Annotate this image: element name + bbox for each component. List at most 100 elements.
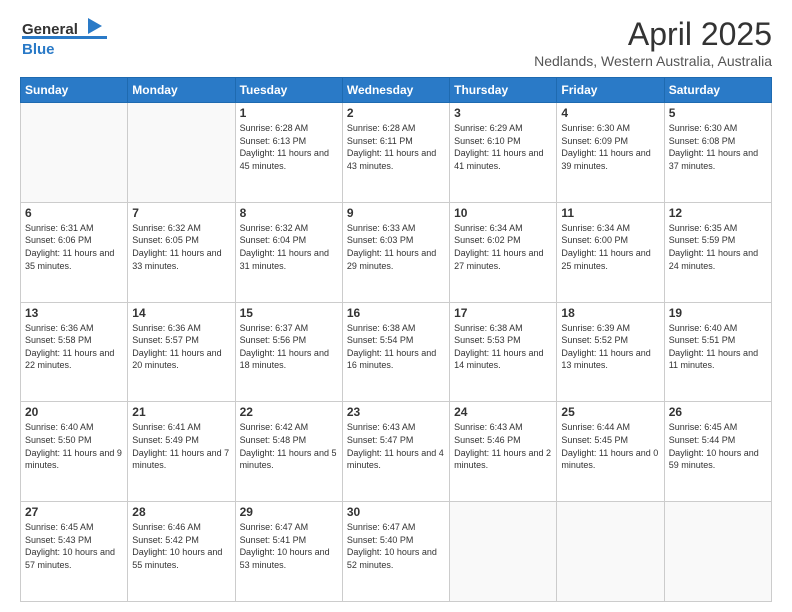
day-number: 6 (25, 206, 123, 220)
day-info: Sunrise: 6:32 AMSunset: 6:04 PMDaylight:… (240, 222, 338, 272)
calendar-week-row: 6 Sunrise: 6:31 AMSunset: 6:06 PMDaylight… (21, 202, 772, 302)
svg-text:Blue: Blue (22, 41, 55, 58)
day-info: Sunrise: 6:45 AMSunset: 5:44 PMDaylight:… (669, 421, 767, 471)
day-number: 18 (561, 306, 659, 320)
day-number: 1 (240, 106, 338, 120)
day-info: Sunrise: 6:46 AMSunset: 5:42 PMDaylight:… (132, 521, 230, 571)
calendar-cell: 10 Sunrise: 6:34 AMSunset: 6:02 PMDayligh… (450, 202, 557, 302)
calendar-cell: 2Sunrise: 6:28 AMSunset: 6:11 PMDaylight… (342, 103, 449, 203)
day-number: 26 (669, 405, 767, 419)
day-of-week-header: Monday (128, 78, 235, 103)
day-info: Sunrise: 6:42 AMSunset: 5:48 PMDaylight:… (240, 421, 338, 471)
calendar-cell: 25 Sunrise: 6:44 AMSunset: 5:45 PMDayligh… (557, 402, 664, 502)
calendar-cell (128, 103, 235, 203)
day-info: Sunrise: 6:32 AMSunset: 6:05 PMDaylight:… (132, 222, 230, 272)
day-number: 5 (669, 106, 767, 120)
day-number: 14 (132, 306, 230, 320)
day-number: 30 (347, 505, 445, 519)
day-info: Sunrise: 6:41 AMSunset: 5:49 PMDaylight:… (132, 421, 230, 471)
day-number: 12 (669, 206, 767, 220)
day-number: 3 (454, 106, 552, 120)
calendar-cell: 21 Sunrise: 6:41 AMSunset: 5:49 PMDayligh… (128, 402, 235, 502)
day-number: 21 (132, 405, 230, 419)
calendar-cell: 15Sunrise: 6:37 AMSunset: 5:56 PMDayligh… (235, 302, 342, 402)
calendar-cell: 7 Sunrise: 6:32 AMSunset: 6:05 PMDaylight… (128, 202, 235, 302)
calendar-cell: 29Sunrise: 6:47 AMSunset: 5:41 PMDayligh… (235, 502, 342, 602)
calendar-cell: 20 Sunrise: 6:40 AMSunset: 5:50 PMDayligh… (21, 402, 128, 502)
calendar-cell: 22 Sunrise: 6:42 AMSunset: 5:48 PMDayligh… (235, 402, 342, 502)
calendar-cell: 19 Sunrise: 6:40 AMSunset: 5:51 PMDayligh… (664, 302, 771, 402)
calendar-cell: 1 Sunrise: 6:28 AMSunset: 6:13 PMDaylight… (235, 103, 342, 203)
day-info: Sunrise: 6:34 AMSunset: 6:02 PMDaylight:… (454, 222, 552, 272)
day-info: Sunrise: 6:40 AMSunset: 5:51 PMDaylight:… (669, 322, 767, 372)
calendar-cell: 8 Sunrise: 6:32 AMSunset: 6:04 PMDaylight… (235, 202, 342, 302)
calendar-cell: 18 Sunrise: 6:39 AMSunset: 5:52 PMDayligh… (557, 302, 664, 402)
location: Nedlands, Western Australia, Australia (534, 53, 772, 69)
calendar-cell: 4Sunrise: 6:30 AMSunset: 6:09 PMDaylight… (557, 103, 664, 203)
day-number: 10 (454, 206, 552, 220)
day-number: 2 (347, 106, 445, 120)
day-of-week-header: Thursday (450, 78, 557, 103)
day-of-week-header: Wednesday (342, 78, 449, 103)
day-info: Sunrise: 6:39 AMSunset: 5:52 PMDaylight:… (561, 322, 659, 372)
calendar-cell: 27Sunrise: 6:45 AMSunset: 5:43 PMDayligh… (21, 502, 128, 602)
calendar-cell: 30 Sunrise: 6:47 AMSunset: 5:40 PMDayligh… (342, 502, 449, 602)
month-title: April 2025 (534, 16, 772, 53)
calendar-week-row: 27Sunrise: 6:45 AMSunset: 5:43 PMDayligh… (21, 502, 772, 602)
day-number: 25 (561, 405, 659, 419)
logo-svg: General Blue (20, 16, 110, 60)
day-of-week-header: Saturday (664, 78, 771, 103)
calendar-cell: 12Sunrise: 6:35 AMSunset: 5:59 PMDayligh… (664, 202, 771, 302)
day-info: Sunrise: 6:47 AMSunset: 5:40 PMDaylight:… (347, 521, 445, 571)
day-info: Sunrise: 6:38 AMSunset: 5:53 PMDaylight:… (454, 322, 552, 372)
page: General Blue April 2025 Nedlands, Wester… (0, 0, 792, 612)
header-right: April 2025 Nedlands, Western Australia, … (534, 16, 772, 69)
day-info: Sunrise: 6:33 AMSunset: 6:03 PMDaylight:… (347, 222, 445, 272)
day-number: 28 (132, 505, 230, 519)
day-number: 11 (561, 206, 659, 220)
day-of-week-header: Friday (557, 78, 664, 103)
day-info: Sunrise: 6:44 AMSunset: 5:45 PMDaylight:… (561, 421, 659, 471)
svg-text:General: General (22, 21, 78, 38)
calendar-cell: 16 Sunrise: 6:38 AMSunset: 5:54 PMDayligh… (342, 302, 449, 402)
day-number: 7 (132, 206, 230, 220)
day-number: 22 (240, 405, 338, 419)
day-info: Sunrise: 6:36 AMSunset: 5:58 PMDaylight:… (25, 322, 123, 372)
day-info: Sunrise: 6:38 AMSunset: 5:54 PMDaylight:… (347, 322, 445, 372)
day-info: Sunrise: 6:28 AMSunset: 6:13 PMDaylight:… (240, 122, 338, 172)
day-info: Sunrise: 6:34 AMSunset: 6:00 PMDaylight:… (561, 222, 659, 272)
day-of-week-header: Tuesday (235, 78, 342, 103)
day-number: 23 (347, 405, 445, 419)
day-info: Sunrise: 6:36 AMSunset: 5:57 PMDaylight:… (132, 322, 230, 372)
day-info: Sunrise: 6:43 AMSunset: 5:46 PMDaylight:… (454, 421, 552, 471)
day-info: Sunrise: 6:37 AMSunset: 5:56 PMDaylight:… (240, 322, 338, 372)
calendar-cell (450, 502, 557, 602)
calendar-cell: 28 Sunrise: 6:46 AMSunset: 5:42 PMDayligh… (128, 502, 235, 602)
calendar-cell (664, 502, 771, 602)
day-number: 20 (25, 405, 123, 419)
day-info: Sunrise: 6:30 AMSunset: 6:08 PMDaylight:… (669, 122, 767, 172)
day-info: Sunrise: 6:31 AMSunset: 6:06 PMDaylight:… (25, 222, 123, 272)
calendar-table: SundayMondayTuesdayWednesdayThursdayFrid… (20, 77, 772, 602)
calendar-header-row: SundayMondayTuesdayWednesdayThursdayFrid… (21, 78, 772, 103)
day-number: 8 (240, 206, 338, 220)
calendar-cell (21, 103, 128, 203)
calendar-cell (557, 502, 664, 602)
calendar-week-row: 1 Sunrise: 6:28 AMSunset: 6:13 PMDaylight… (21, 103, 772, 203)
day-number: 19 (669, 306, 767, 320)
logo: General Blue (20, 16, 110, 60)
calendar-cell: 5 Sunrise: 6:30 AMSunset: 6:08 PMDaylight… (664, 103, 771, 203)
calendar-cell: 26 Sunrise: 6:45 AMSunset: 5:44 PMDayligh… (664, 402, 771, 502)
day-info: Sunrise: 6:43 AMSunset: 5:47 PMDaylight:… (347, 421, 445, 471)
day-of-week-header: Sunday (21, 78, 128, 103)
day-info: Sunrise: 6:47 AMSunset: 5:41 PMDaylight:… (240, 521, 338, 571)
day-number: 16 (347, 306, 445, 320)
calendar-cell: 9 Sunrise: 6:33 AMSunset: 6:03 PMDaylight… (342, 202, 449, 302)
calendar-cell: 3Sunrise: 6:29 AMSunset: 6:10 PMDaylight… (450, 103, 557, 203)
day-number: 24 (454, 405, 552, 419)
header: General Blue April 2025 Nedlands, Wester… (20, 16, 772, 69)
calendar-week-row: 20 Sunrise: 6:40 AMSunset: 5:50 PMDayligh… (21, 402, 772, 502)
day-info: Sunrise: 6:40 AMSunset: 5:50 PMDaylight:… (25, 421, 123, 471)
day-number: 9 (347, 206, 445, 220)
calendar-cell: 6 Sunrise: 6:31 AMSunset: 6:06 PMDaylight… (21, 202, 128, 302)
